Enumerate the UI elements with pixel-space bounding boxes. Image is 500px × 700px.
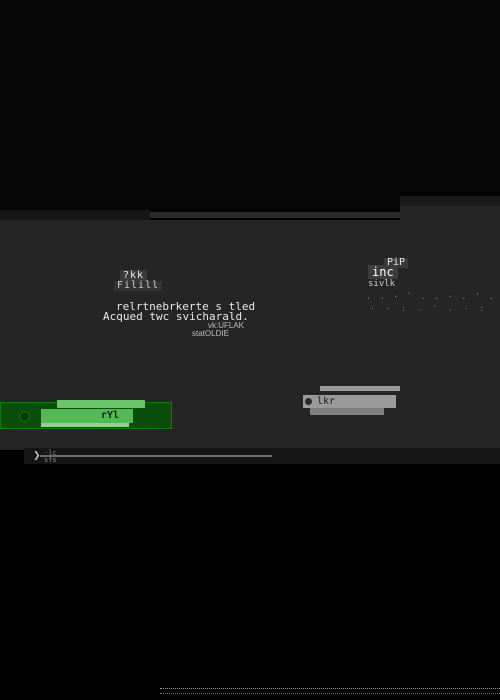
dialog-right-sub: sivlk [368, 279, 396, 289]
status-bar-text-line-2: sfs [44, 456, 57, 464]
footer-dotted-rule-2 [160, 693, 500, 695]
dialog-right-cap [400, 206, 500, 222]
dialog-title-sub: Filill [114, 281, 163, 291]
status-bar-rule [40, 455, 272, 457]
secondary-button-bottom-edge [310, 408, 384, 415]
status-bar-text: ·lc sfs [44, 450, 57, 464]
dialog-right-chip[interactable]: inc [368, 265, 398, 279]
primary-button-label: rYl [101, 410, 120, 421]
circle-icon [19, 411, 30, 422]
primary-button-highlight-top [57, 400, 145, 408]
dialog-meta-line-2: statOLDIE [192, 329, 229, 338]
top-edge-divider [150, 212, 400, 218]
secondary-button-label: lkr [317, 396, 336, 407]
dialog-right-noise-1: . . · ` . . · . ' . ' . [366, 292, 500, 301]
screen: ?kk Filill relrtnebrkerte s tled Acqued … [0, 0, 500, 700]
primary-button-highlight-bottom [41, 423, 129, 427]
secondary-button-top-edge [320, 386, 400, 391]
secondary-button[interactable]: lkr [303, 395, 396, 408]
dialog-right-noise-2: · · : . ' . · : [370, 304, 488, 313]
chevron-right-icon[interactable]: ❯ [33, 451, 41, 461]
circle-icon [305, 398, 312, 405]
primary-button-face: rYl [41, 409, 133, 423]
top-band [0, 0, 500, 212]
top-edge-left [0, 210, 150, 220]
footer-dotted-rule [160, 688, 500, 690]
primary-button[interactable]: rYl [0, 400, 172, 429]
